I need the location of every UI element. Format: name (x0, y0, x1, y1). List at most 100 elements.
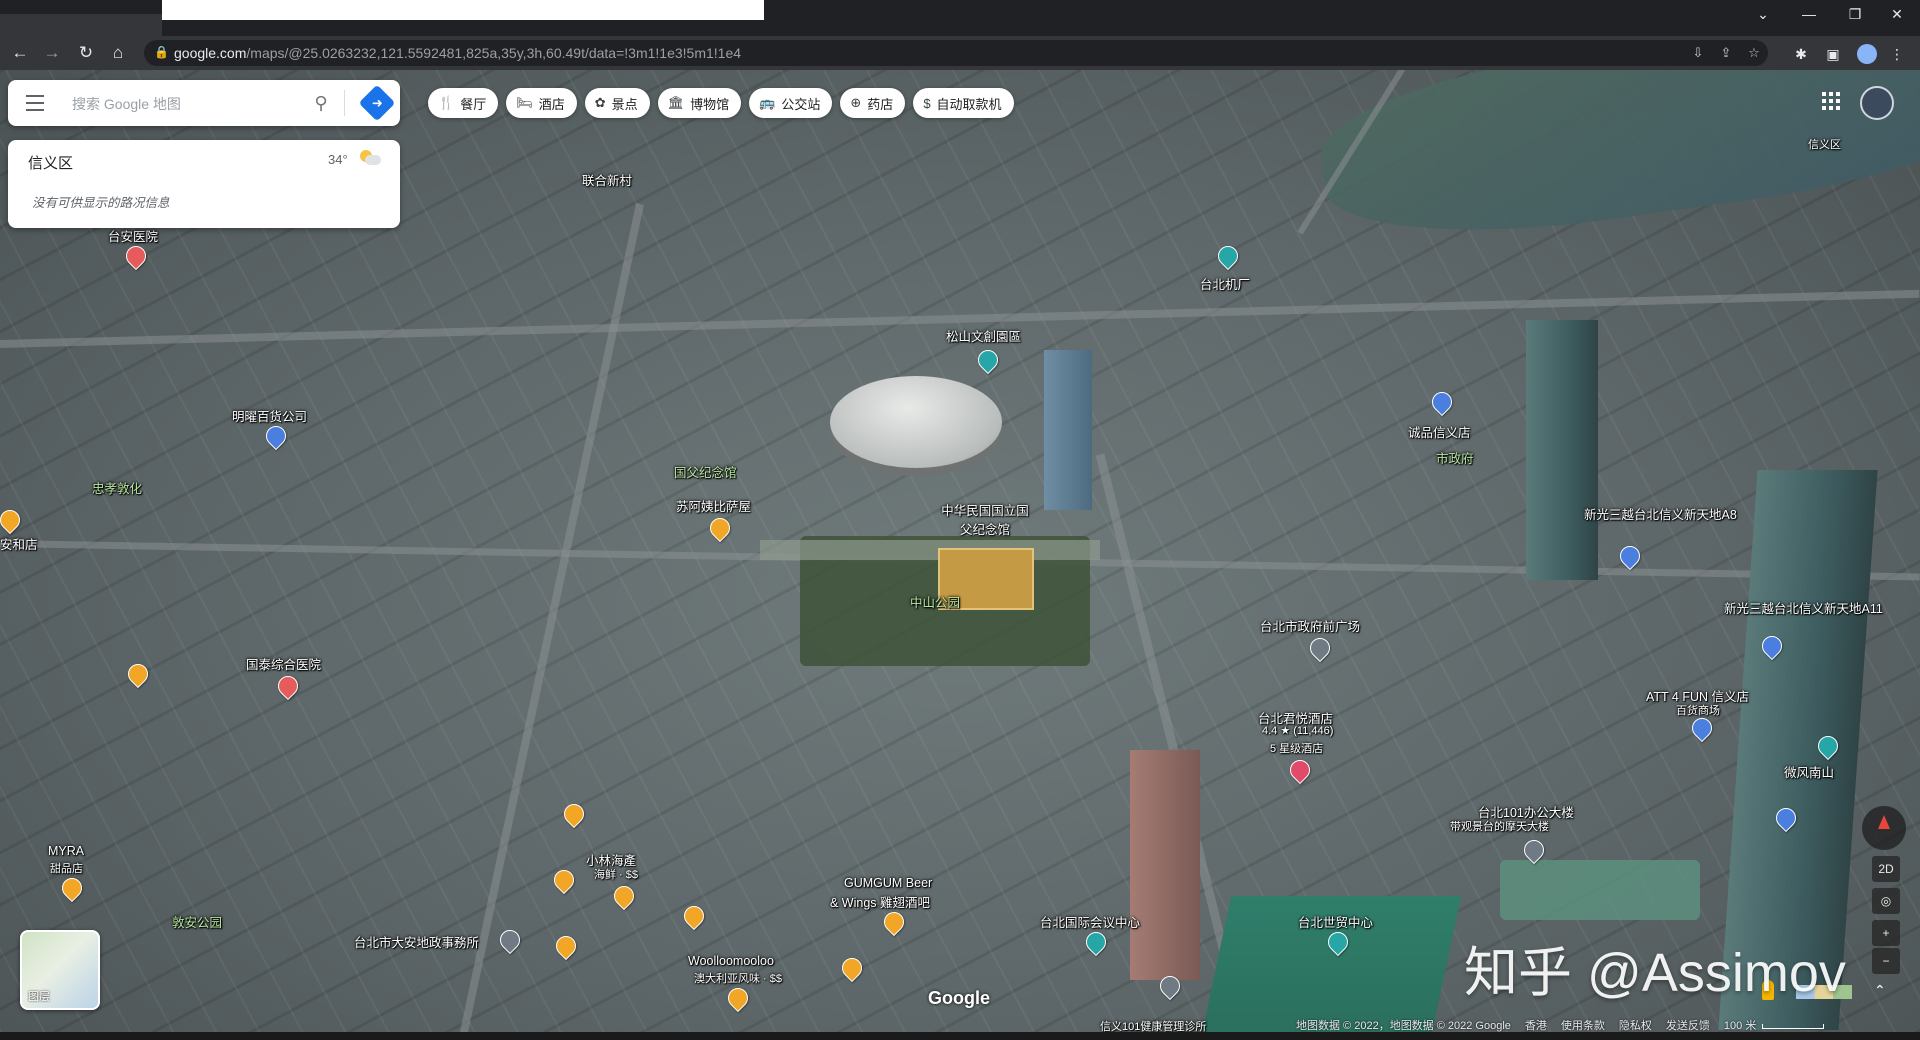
region-link[interactable]: 香港 (1525, 1017, 1547, 1033)
chip-pharmacies[interactable]: ⊕ 药店 (840, 88, 906, 118)
map-label[interactable]: Woolloomooloo (688, 954, 774, 968)
map-label[interactable]: 国泰综合医院 (246, 654, 321, 673)
restaurant-pin-icon[interactable] (879, 907, 909, 937)
profile-avatar[interactable] (1857, 44, 1877, 64)
chevron-up-icon[interactable]: ⌃ (1874, 982, 1886, 999)
privacy-link[interactable]: 隐私权 (1619, 1017, 1652, 1033)
extensions-icon[interactable]: ✱ (1790, 43, 1812, 65)
map-label[interactable]: & Wings 雞翅酒吧 (830, 892, 930, 911)
landmark-pin-icon[interactable] (1081, 927, 1111, 957)
map-data-attribution[interactable]: 地图数据 © 2022，地图数据 © 2022 Google (1296, 1017, 1511, 1033)
my-location-icon[interactable]: ◎ (1872, 888, 1900, 914)
directions-icon[interactable]: ➜ (358, 84, 396, 122)
scale-indicator[interactable]: 100 米 (1724, 1017, 1825, 1033)
map-label[interactable]: 苏阿姨比萨屋 (676, 496, 751, 515)
close-icon[interactable]: ✕ (1874, 0, 1920, 28)
map-label[interactable]: 台北机厂 (1200, 274, 1250, 293)
map-label[interactable]: 松山文創園區 (946, 326, 1021, 345)
map-label[interactable]: 安和店 (0, 534, 38, 553)
chip-museums[interactable]: 🏛 博物馆 (657, 88, 742, 118)
area-info-card[interactable]: 信义区 34° 没有可供显示的路况信息 (8, 140, 400, 228)
chip-attractions[interactable]: ✿ 景点 (584, 88, 650, 118)
map-label[interactable]: 联合新村 (582, 170, 632, 189)
landmark-pin-icon[interactable] (1213, 241, 1243, 271)
map-label[interactable]: 中华民国国立国父纪念馆 (940, 500, 1030, 538)
zoom-out-button[interactable]: − (1872, 948, 1900, 974)
back-icon[interactable]: ← (8, 41, 32, 65)
restaurant-pin-icon[interactable] (723, 983, 753, 1013)
side-panel-icon[interactable]: ▣ (1822, 43, 1844, 65)
map-label[interactable]: 新光三越台北信义新天地A11 (1724, 598, 1883, 617)
map-label[interactable]: 明曜百货公司 (232, 406, 307, 425)
terms-link[interactable]: 使用条款 (1561, 1017, 1605, 1033)
shopping-pin-icon[interactable] (1615, 541, 1645, 571)
minimize-icon[interactable]: — (1786, 0, 1832, 28)
forward-icon[interactable]: → (40, 41, 64, 65)
shopping-pin-icon[interactable] (1687, 713, 1717, 743)
menu-more-icon[interactable]: ⋮ (1886, 43, 1908, 65)
map-label[interactable]: 中山公园 (910, 592, 960, 611)
government-pin-icon[interactable] (495, 925, 525, 955)
restaurant-pin-icon[interactable] (679, 901, 709, 931)
share-icon[interactable]: ⇪ (1716, 43, 1736, 63)
map-label[interactable]: MYRA (48, 844, 84, 858)
restaurant-pin-icon[interactable] (609, 881, 639, 911)
chip-transit[interactable]: 🚌 公交站 (749, 88, 833, 118)
feedback-link[interactable]: 发送反馈 (1666, 1017, 1710, 1033)
shopping-pin-icon[interactable] (261, 421, 291, 451)
map-label[interactable]: 台北国际会议中心 (1040, 912, 1140, 931)
museum-pin-icon[interactable] (973, 345, 1003, 375)
lock-icon[interactable]: 🔒 (154, 45, 169, 59)
browser-tab[interactable] (0, 14, 162, 36)
compass-icon[interactable] (1862, 806, 1906, 850)
chip-hotels[interactable]: 🛏 酒店 (506, 88, 577, 118)
restaurant-pin-icon[interactable] (123, 659, 153, 689)
map-label[interactable]: 微风南山 (1784, 762, 1834, 781)
map-label[interactable]: 忠孝敦化 (92, 478, 142, 497)
place-pin-icon[interactable] (1305, 633, 1335, 663)
install-icon[interactable]: ⇩ (1688, 43, 1708, 63)
map-label[interactable]: 台北世贸中心 (1298, 912, 1373, 931)
map-label[interactable]: 台北市政府前广场 (1260, 616, 1360, 635)
hospital-pin-icon[interactable] (121, 241, 151, 271)
address-bar[interactable]: 🔒 google.com/maps/@25.0263232,121.559248… (144, 40, 1768, 66)
browser-tab-title-area[interactable] (162, 0, 764, 20)
menu-hamburger-icon[interactable] (26, 95, 44, 111)
zoom-in-button[interactable]: + (1872, 920, 1900, 946)
map-label[interactable]: 国父纪念馆 (674, 462, 737, 481)
google-apps-icon[interactable] (1822, 92, 1840, 110)
map-label[interactable]: 信义101健康管理诊所 (1100, 1018, 1206, 1032)
restaurant-pin-icon[interactable] (559, 799, 589, 829)
reload-icon[interactable]: ↻ (74, 41, 98, 65)
chip-atms[interactable]: $ 自动取款机 (913, 88, 1014, 118)
restore-icon[interactable]: ❐ (1832, 0, 1878, 28)
map-label: 百货商场 (1676, 705, 1720, 717)
search-icon[interactable]: ⚲ (308, 90, 334, 116)
hotel-pin-icon[interactable] (1285, 755, 1315, 785)
home-icon[interactable]: ⌂ (106, 41, 130, 65)
map-label[interactable]: 台北市大安地政事務所 (354, 932, 479, 951)
restaurant-pin-icon[interactable] (705, 513, 735, 543)
restaurant-pin-icon[interactable] (57, 873, 87, 903)
restaurant-pin-icon[interactable] (0, 505, 25, 535)
map-label[interactable]: 台安医院 (108, 226, 158, 245)
tab-search-icon[interactable]: ⌄ (1740, 0, 1786, 28)
restaurant-pin-icon[interactable] (551, 931, 581, 961)
2d-toggle-button[interactable]: 2D (1872, 856, 1900, 882)
bookmark-star-icon[interactable]: ☆ (1744, 43, 1764, 63)
hospital-pin-icon[interactable] (273, 671, 303, 701)
search-input[interactable] (70, 92, 304, 116)
restaurant-pin-icon[interactable] (549, 865, 579, 895)
chip-restaurants[interactable]: 🍴 餐厅 (428, 88, 499, 118)
account-avatar[interactable] (1860, 86, 1894, 120)
url-text[interactable]: google.com/maps/@25.0263232,121.5592481,… (174, 45, 741, 61)
map-label[interactable]: 新光三越台北信义新天地A8 (1584, 504, 1737, 523)
shopping-pin-icon[interactable] (1427, 387, 1457, 417)
restaurant-pin-icon[interactable] (837, 953, 867, 983)
map-label[interactable]: 信义区 (1808, 136, 1841, 152)
map-label[interactable]: 市政府 (1436, 448, 1474, 467)
map-label[interactable]: GUMGUM Beer (844, 876, 932, 890)
map-label[interactable]: 敦安公园 (172, 912, 222, 931)
layers-toggle[interactable]: 图层 (20, 930, 100, 1010)
map-label[interactable]: 诚品信义店 (1408, 422, 1471, 441)
